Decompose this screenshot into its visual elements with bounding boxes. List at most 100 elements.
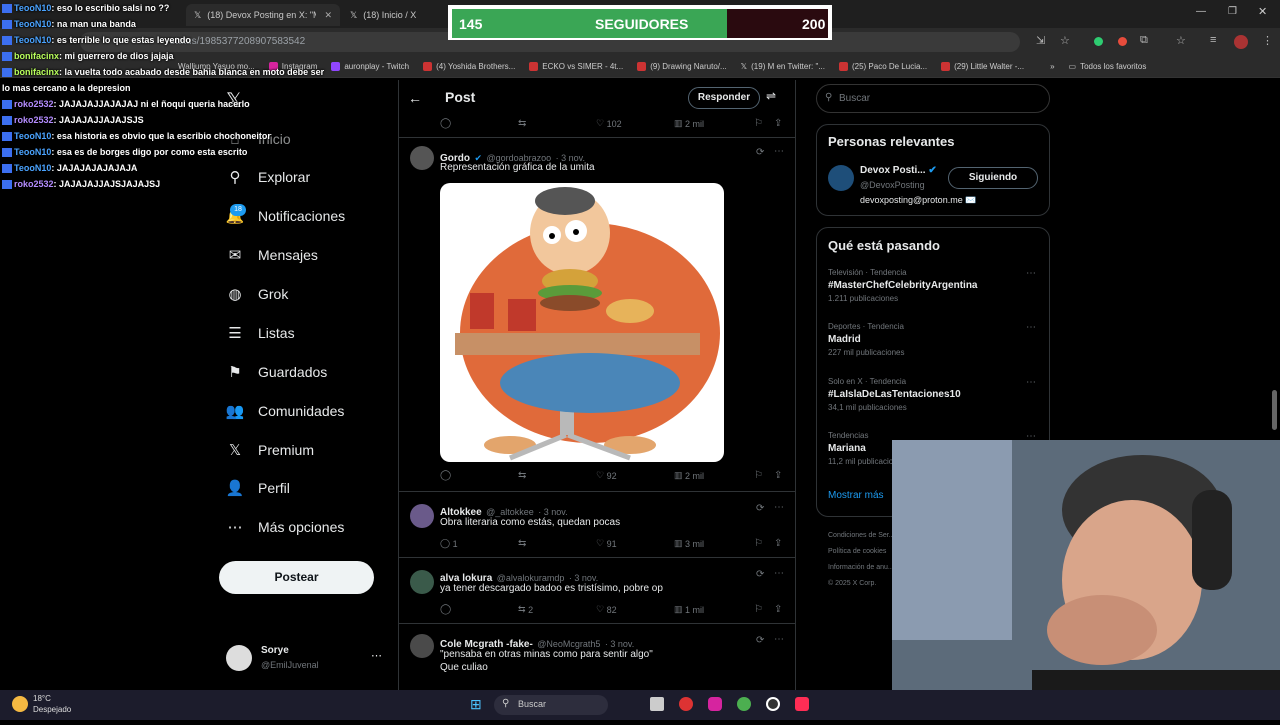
tweet[interactable]: alva lokura @alvalokuramdp · 3 nov. ⟳ ⋯ … [398,558,796,624]
reply-icon[interactable]: ◯ [440,118,451,129]
avatar[interactable] [410,570,434,594]
all-bookmarks[interactable]: ▭ Todos los favoritos [1069,62,1147,71]
following-button[interactable]: Siguiendo [948,167,1038,189]
taskbar-search[interactable]: ⚲ Buscar [494,695,608,715]
share-icon[interactable]: ⇪ [774,538,782,549]
like-button[interactable]: ♡ 102 [596,118,622,129]
reply-button[interactable]: ◯ 1 [440,538,458,549]
show-more-link[interactable]: Mostrar más [828,490,884,501]
avatar[interactable] [828,165,854,191]
nav-item-grok[interactable]: ◍ Grok [226,279,288,309]
bookmark-icon[interactable]: ⚐ [754,470,763,481]
nav-item-perfil[interactable]: 👤 Perfil [226,473,290,503]
search-input[interactable]: ⚲ Buscar [816,84,1050,113]
trend-item[interactable]: Solo en X · Tendencia #LaIslaDeLasTentaci… [828,377,1038,412]
avatar[interactable] [410,634,434,658]
reply-button[interactable]: Responder [688,87,760,109]
extensions-icon[interactable]: ⧉ [1140,34,1148,47]
avatar[interactable] [410,504,434,528]
reply-icon[interactable]: ◯ [440,604,451,615]
bookmark-item[interactable]: auronplay - Twitch [331,62,409,71]
menu-lines-icon[interactable]: ≡ [1210,34,1216,46]
install-icon[interactable]: ⇲ [1036,34,1045,47]
extension-icon[interactable] [1094,37,1103,46]
post-date[interactable]: · 3 nov. [605,639,634,649]
author-handle[interactable]: @alvalokuramdp [497,573,565,583]
nav-item-guardados[interactable]: ⚑ Guardados [226,357,327,387]
nav-item-ms-opciones[interactable]: ⋯ Más opciones [226,512,345,542]
views-button[interactable]: ▥ 2 mil [674,470,704,481]
instagram-icon[interactable] [708,697,722,711]
minimize-icon[interactable]: — [1196,6,1206,17]
like-button[interactable]: ♡ 92 [596,470,617,481]
post-button[interactable]: Postear [219,561,374,594]
chevron-right-icon[interactable]: » [1050,62,1054,71]
weather-temp[interactable]: 18°C [33,694,51,703]
like-button[interactable]: ♡ 91 [596,538,617,549]
trend-item[interactable]: Deportes · Tendencia Madrid 227 mil public… [828,322,1038,357]
bookmark-item[interactable]: ECKO vs SIMER - 4t... [529,62,623,71]
bookmark-item[interactable]: 𝕏 (19) M en Twitter: "... [741,62,825,71]
post-date[interactable]: · 3 nov. [538,507,567,517]
more-icon[interactable]: ⋯ [371,649,382,662]
person-name-row[interactable]: Devox Posti... ✔ [860,165,937,176]
avatar[interactable] [410,146,434,170]
scrollbar-thumb[interactable] [1272,390,1277,430]
grok-icon[interactable]: ⟳ [756,635,764,646]
retweet-icon[interactable]: ⇆ [518,118,526,129]
star-icon[interactable]: ☆ [1060,34,1070,47]
account-switcher[interactable]: Sorye @EmilJuvenal ⋯ [226,643,386,677]
author-handle[interactable]: @NeoMcgrath5 [537,639,600,649]
bookmark-icon[interactable]: ⚐ [754,538,763,549]
tweet-image[interactable] [440,183,724,462]
obs-icon[interactable] [766,697,780,711]
more-icon[interactable]: ⋯ [1026,268,1036,279]
more-icon[interactable]: ⋯ [774,502,784,513]
share-icon[interactable]: ⇪ [774,118,782,129]
nav-item-premium[interactable]: 𝕏 Premium [226,435,314,465]
retweet-icon[interactable]: ⇆ [518,470,526,481]
bookmark-item[interactable]: (25) Paco De Lucia... [838,62,927,71]
bookmark-item[interactable]: (9) Drawing Naruto/... [637,62,727,71]
trend-item[interactable]: Televisión · Tendencia #MasterChefCelebri… [828,268,1038,303]
more-icon[interactable]: ⋯ [774,568,784,579]
weather-status[interactable]: Despejado [33,705,71,714]
like-button[interactable]: ♡ 82 [596,604,617,615]
back-arrow-icon[interactable]: ← [408,90,422,106]
bookmark-icon[interactable]: ⚐ [754,604,763,615]
more-icon[interactable]: ⋯ [1026,322,1036,333]
share-icon[interactable]: ⇪ [774,470,782,481]
retweet-icon[interactable]: ⇆ [518,538,526,549]
tiktok-icon[interactable] [795,697,809,711]
bookmark-item[interactable]: (29) Little Walter -... [941,62,1024,71]
share-icon[interactable]: ⇪ [774,604,782,615]
maximize-icon[interactable]: ❐ [1228,6,1237,17]
kebab-menu-icon[interactable]: ⋮ [1262,34,1273,47]
windows-start-icon[interactable]: ⊞ [470,696,482,713]
extension-icon[interactable] [1118,37,1127,46]
chrome-icon[interactable] [737,697,751,711]
reply-icon[interactable]: ◯ [440,470,451,481]
file-explorer-icon[interactable] [650,697,664,711]
nav-item-mensajes[interactable]: ✉ Mensajes [226,240,318,270]
tweet[interactable]: Gordo ✔ @gordoabrazoo · 3 nov. ⟳ ⋯ Repre… [398,138,796,492]
footer-link[interactable]: Condiciones de Ser... [828,528,895,544]
tweet[interactable]: Cole Mcgrath -fake- @NeoMcgrath5 · 3 nov… [398,624,796,690]
views-button[interactable]: ▥ 2 mil [674,118,704,129]
tweet[interactable]: Altokkee @_altokkee · 3 nov. ⟳ ⋯ Obra li… [398,492,796,558]
footer-link[interactable]: Información de anu... [828,560,895,576]
grok-icon[interactable]: ⟳ [756,503,764,514]
more-icon[interactable]: ⋯ [1026,377,1036,388]
bookmark-item[interactable]: (4) Yoshida Brothers... [423,62,515,71]
filter-icon[interactable]: ⇌ [766,89,776,103]
footer-link[interactable]: Política de cookies [828,544,895,560]
bookmark-star-icon[interactable]: ☆ [1176,34,1186,47]
retweet-button[interactable]: ⇆ 2 [518,604,533,615]
post-date[interactable]: · 3 nov. [569,573,598,583]
nav-item-listas[interactable]: ☰ Listas [226,318,294,348]
close-window-icon[interactable]: ✕ [1258,5,1267,18]
more-icon[interactable]: ⋯ [774,634,784,645]
grok-icon[interactable]: ⟳ [756,569,764,580]
views-button[interactable]: ▥ 3 mil [674,538,704,549]
bookmark-icon[interactable]: ⚐ [754,118,763,129]
